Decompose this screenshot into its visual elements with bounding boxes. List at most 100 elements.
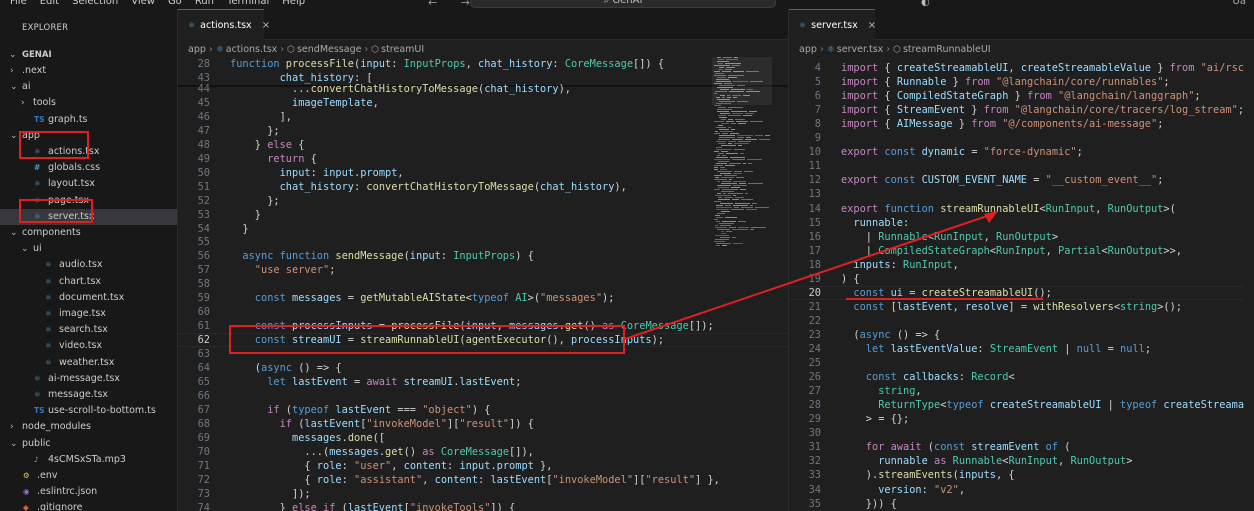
code-line[interactable]: 71 { role: "user", content: input.prompt… [178, 459, 788, 473]
close-icon[interactable]: × [868, 20, 876, 31]
menu-edit[interactable]: Edit [34, 0, 66, 8]
code-line[interactable]: 51 chat_history: convertChatHistoryToMes… [178, 180, 788, 194]
code-line[interactable]: 30 [789, 426, 1244, 440]
tree-item-ai[interactable]: ⌄ ai [0, 79, 177, 95]
code-line[interactable]: 44 ...convertChatHistoryToMessage(chat_h… [178, 82, 788, 96]
close-icon[interactable]: × [262, 20, 270, 31]
tree-item-video-tsx[interactable]: ⚛ video.tsx [0, 338, 177, 354]
code-line[interactable]: 45 imageTemplate, [178, 96, 788, 110]
minimap-viewport[interactable] [712, 57, 772, 105]
code-line[interactable]: 54 } [178, 222, 788, 236]
code-line[interactable]: 15 runnable: [789, 216, 1244, 230]
code-line[interactable]: 60 [178, 305, 788, 319]
code-line[interactable]: 32 runnable as Runnable<RunInput, RunOut… [789, 454, 1244, 468]
menu-selection[interactable]: Selection [66, 0, 125, 8]
tree-item-public[interactable]: ⌄ public [0, 436, 177, 452]
right-scrollbar[interactable] [1244, 57, 1254, 511]
left-code-editor[interactable]: 28 function processFile(input: InputProps… [178, 57, 788, 511]
tree-item-node-modules[interactable]: › node_modules [0, 419, 177, 435]
tree-item-use-scroll-to-bottom-ts[interactable]: TS use-scroll-to-bottom.ts [0, 403, 177, 419]
code-line[interactable]: 68 if (lastEvent["invokeModel"]["result"… [178, 417, 788, 431]
tab-server[interactable]: ⚛ server.tsx × [789, 9, 876, 40]
tree-item-globals-css[interactable]: # globals.css [0, 160, 177, 176]
code-line[interactable]: 35 })) { [789, 497, 1244, 511]
code-line[interactable]: 72 { role: "assistant", content: lastEve… [178, 473, 788, 487]
code-line[interactable]: 33 ).streamEvents(inputs, { [789, 468, 1244, 482]
tree-item-ui[interactable]: ⌄ ui [0, 241, 177, 257]
breadcrumb-item[interactable]: app [799, 44, 817, 55]
tree-item-ai-message-tsx[interactable]: ⚛ ai-message.tsx [0, 371, 177, 387]
code-line[interactable]: 29 > = {}; [789, 412, 1244, 426]
code-line[interactable]: 59 const messages = getMutableAIState<ty… [178, 291, 788, 305]
command-center-search[interactable]: ⌕ GenAI [470, 0, 776, 8]
code-line[interactable]: 48 } else { [178, 138, 788, 152]
code-line[interactable]: 11 [789, 159, 1244, 173]
code-line[interactable]: 9 [789, 131, 1244, 145]
breadcrumb-item[interactable]: streamRunnableUI [903, 44, 991, 55]
code-line[interactable]: 24 let lastEventValue: StreamEvent | nul… [789, 342, 1244, 356]
menu-run[interactable]: Run [189, 0, 221, 8]
code-line[interactable]: 66 [178, 389, 788, 403]
code-line[interactable]: 34 version: "v2", [789, 483, 1244, 497]
code-line[interactable]: 55 [178, 235, 788, 249]
tree-item-weather-tsx[interactable]: ⚛ weather.tsx [0, 355, 177, 371]
tree-item-layout-tsx[interactable]: ⚛ layout.tsx [0, 176, 177, 192]
code-line[interactable]: 20 const ui = createStreamableUI(); [789, 285, 1244, 300]
code-line[interactable]: 67 if (typeof lastEvent === "object") { [178, 403, 788, 417]
tree-item-env[interactable]: ⚙ .env [0, 468, 177, 484]
breadcrumb-item[interactable]: server.tsx [837, 44, 884, 55]
tab-actions[interactable]: ⚛ actions.tsx × [178, 9, 270, 40]
tree-item-audio-tsx[interactable]: ⚛ audio.tsx [0, 257, 177, 273]
tree-item-search-tsx[interactable]: ⚛ search.tsx [0, 322, 177, 338]
tree-item-4scmsxsta-mp3[interactable]: ♪ 4sCMSxSTa.mp3 [0, 452, 177, 468]
minimap[interactable] [712, 57, 772, 247]
code-line[interactable]: 18 inputs: RunInput, [789, 258, 1244, 272]
code-line[interactable]: 6 import { CompiledStateGraph } from "@la… [789, 89, 1244, 103]
code-line[interactable]: 49 return { [178, 152, 788, 166]
code-line[interactable]: 28 function processFile(input: InputProps… [178, 57, 788, 71]
code-line[interactable]: 65 let lastEvent = await streamUI.lastEv… [178, 375, 788, 389]
code-line[interactable]: 69 messages.done([ [178, 431, 788, 445]
code-line[interactable]: 56 async function sendMessage(input: Inp… [178, 249, 788, 263]
breadcrumb-item[interactable]: streamUI [381, 44, 424, 55]
code-line[interactable]: 23 (async () => { [789, 328, 1244, 342]
account-icon[interactable]: ◐ [921, 0, 930, 8]
code-line[interactable]: 58 [178, 277, 788, 291]
code-line[interactable]: 27 string, [789, 384, 1244, 398]
explorer-root-folder[interactable]: ⌄ GENAI [0, 47, 177, 63]
code-line[interactable]: 50 input: input.prompt, [178, 166, 788, 180]
code-line[interactable]: 46 ], [178, 110, 788, 124]
tree-item-chart-tsx[interactable]: ⚛ chart.tsx [0, 274, 177, 290]
menu-go[interactable]: Go [162, 0, 189, 8]
menu-help[interactable]: Help [276, 0, 312, 8]
tree-item-document-tsx[interactable]: ⚛ document.tsx [0, 290, 177, 306]
code-line[interactable]: 70 ...(messages.get() as CoreMessage[]), [178, 445, 788, 459]
menu-terminal[interactable]: Terminal [221, 0, 276, 8]
code-line[interactable]: 64 (async () => { [178, 361, 788, 375]
code-line[interactable]: 19) { [789, 272, 1244, 286]
breadcrumb-item[interactable]: sendMessage [297, 44, 361, 55]
tree-item-gitignore[interactable]: ◆ .gitignore [0, 500, 177, 511]
code-line[interactable]: 5 import { Runnable } from "@langchain/co… [789, 75, 1244, 89]
code-line[interactable]: 8 import { AIMessage } from "@/components… [789, 117, 1244, 131]
code-line[interactable]: 22 [789, 314, 1244, 328]
tree-item-message-tsx[interactable]: ⚛ message.tsx [0, 387, 177, 403]
tree-item-tools[interactable]: › tools [0, 95, 177, 111]
code-line[interactable]: 21 const [lastEvent, resolve] = withReso… [789, 300, 1244, 314]
code-line[interactable]: 57 "use server"; [178, 263, 788, 277]
tree-item-components[interactable]: ⌄ components [0, 225, 177, 241]
breadcrumb-item[interactable]: app [188, 44, 206, 55]
code-line[interactable]: 73 ]); [178, 487, 788, 501]
code-line[interactable]: 14 export function streamRunnableUI<RunIn… [789, 202, 1244, 216]
code-line[interactable]: 4 import { createStreamableUI, createStre… [789, 61, 1244, 75]
breadcrumb-item[interactable]: actions.tsx [226, 44, 278, 55]
tree-item-eslintrc-json[interactable]: ◉ .eslintrc.json [0, 484, 177, 500]
code-line[interactable]: 7 import { StreamEvent } from "@langchain… [789, 103, 1244, 117]
tree-item-next[interactable]: › .next [0, 63, 177, 79]
code-line[interactable]: 13 [789, 187, 1244, 201]
code-line[interactable]: 28 ReturnType<typeof createStreamableUI … [789, 398, 1244, 412]
code-line[interactable]: 16 | Runnable<RunInput, RunOutput> [789, 230, 1244, 244]
code-line[interactable]: 12 export const CUSTOM_EVENT_NAME = "__cu… [789, 173, 1244, 187]
code-line[interactable]: 10 export const dynamic = "force-dynamic"… [789, 145, 1244, 159]
code-line[interactable]: 17 | CompiledStateGraph<RunInput, Partia… [789, 244, 1244, 258]
